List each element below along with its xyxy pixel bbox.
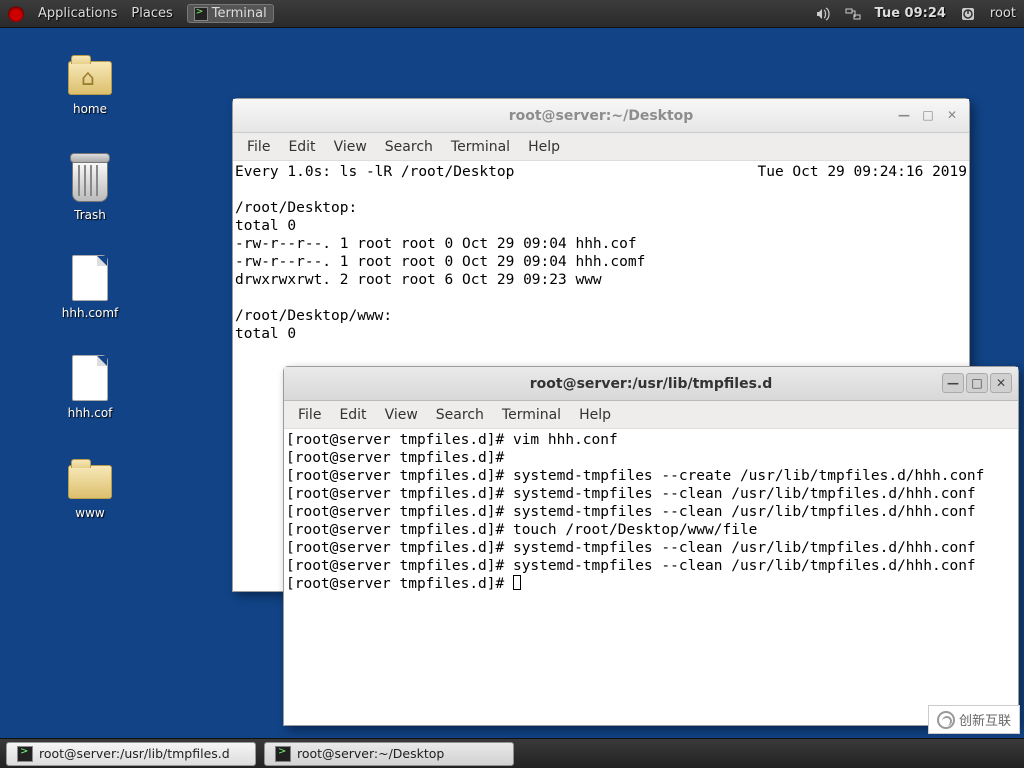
taskbar-button-label: root@server:/usr/lib/tmpfiles.d	[39, 746, 230, 761]
close-button[interactable]: ✕	[941, 105, 963, 125]
power-icon[interactable]	[960, 6, 976, 22]
desktop-icon-home[interactable]: home	[40, 50, 140, 116]
taskbar-button-label: root@server:~/Desktop	[297, 746, 444, 761]
menu-search[interactable]: Search	[385, 139, 433, 155]
menu-edit[interactable]: Edit	[339, 407, 366, 423]
watch-body: /root/Desktop: total 0 -rw-r--r--. 1 roo…	[235, 200, 645, 342]
panel-task-terminal[interactable]: Terminal	[187, 4, 274, 23]
terminal-output[interactable]: [root@server tmpfiles.d]# vim hhh.conf […	[284, 429, 1018, 725]
terminal-window-tmpfiles[interactable]: root@server:/usr/lib/tmpfiles.d — □ ✕ Fi…	[283, 366, 1019, 726]
clock[interactable]: Tue 09:24	[875, 6, 946, 21]
terminal-icon	[194, 7, 208, 21]
menu-view[interactable]: View	[334, 139, 367, 155]
desktop-icon-trash[interactable]: Trash	[40, 156, 140, 222]
menu-terminal[interactable]: Terminal	[502, 407, 561, 423]
desktop-icon-label: hhh.comf	[40, 306, 140, 320]
window-titlebar[interactable]: root@server:/usr/lib/tmpfiles.d — □ ✕	[284, 367, 1018, 401]
minimize-button[interactable]: —	[893, 105, 915, 125]
watermark-logo-icon	[937, 711, 955, 729]
menu-terminal[interactable]: Terminal	[451, 139, 510, 155]
maximize-button[interactable]: □	[966, 373, 988, 393]
places-menu[interactable]: Places	[131, 6, 172, 21]
taskbar-button-tmpfiles[interactable]: root@server:/usr/lib/tmpfiles.d	[6, 742, 256, 766]
menu-help[interactable]: Help	[528, 139, 560, 155]
taskbar-button-desktop[interactable]: root@server:~/Desktop	[264, 742, 514, 766]
close-button[interactable]: ✕	[990, 373, 1012, 393]
desktop-icon-label: www	[40, 506, 140, 520]
applications-menu[interactable]: Applications	[38, 6, 117, 21]
desktop[interactable]: home Trash hhh.comf hhh.cof www root@ser…	[0, 28, 1024, 738]
menu-edit[interactable]: Edit	[288, 139, 315, 155]
menu-search[interactable]: Search	[436, 407, 484, 423]
terminal-cursor	[513, 575, 521, 590]
window-title: root@server:/usr/lib/tmpfiles.d	[530, 376, 773, 392]
user-menu[interactable]: root	[990, 6, 1016, 21]
menu-view[interactable]: View	[385, 407, 418, 423]
panel-task-label: Terminal	[212, 6, 267, 21]
volume-icon[interactable]	[815, 6, 831, 22]
window-menubar: File Edit View Search Terminal Help	[233, 133, 969, 161]
desktop-icon-label: home	[40, 102, 140, 116]
menu-file[interactable]: File	[247, 139, 270, 155]
menu-help[interactable]: Help	[579, 407, 611, 423]
terminal-icon	[17, 746, 33, 762]
desktop-icon-www[interactable]: www	[40, 454, 140, 520]
watermark: 创新互联	[928, 705, 1020, 734]
desktop-icon-label: Trash	[40, 208, 140, 222]
desktop-icon-hhh-cof[interactable]: hhh.cof	[40, 354, 140, 420]
minimize-button[interactable]: —	[942, 373, 964, 393]
window-titlebar[interactable]: root@server:~/Desktop — □ ✕	[233, 99, 969, 133]
window-title: root@server:~/Desktop	[509, 108, 694, 124]
desktop-icon-label: hhh.cof	[40, 406, 140, 420]
watermark-text: 创新互联	[959, 710, 1011, 729]
maximize-button[interactable]: □	[917, 105, 939, 125]
distro-icon	[8, 6, 24, 22]
menu-file[interactable]: File	[298, 407, 321, 423]
watch-header: Every 1.0s: ls -lR /root/DesktopTue Oct …	[235, 164, 514, 180]
window-menubar: File Edit View Search Terminal Help	[284, 401, 1018, 429]
desktop-icon-hhh-comf[interactable]: hhh.comf	[40, 254, 140, 320]
terminal-icon	[275, 746, 291, 762]
network-icon[interactable]	[845, 6, 861, 22]
top-panel: Applications Places Terminal Tue 09:24 r…	[0, 0, 1024, 28]
bottom-taskbar: root@server:/usr/lib/tmpfiles.d root@ser…	[0, 738, 1024, 768]
